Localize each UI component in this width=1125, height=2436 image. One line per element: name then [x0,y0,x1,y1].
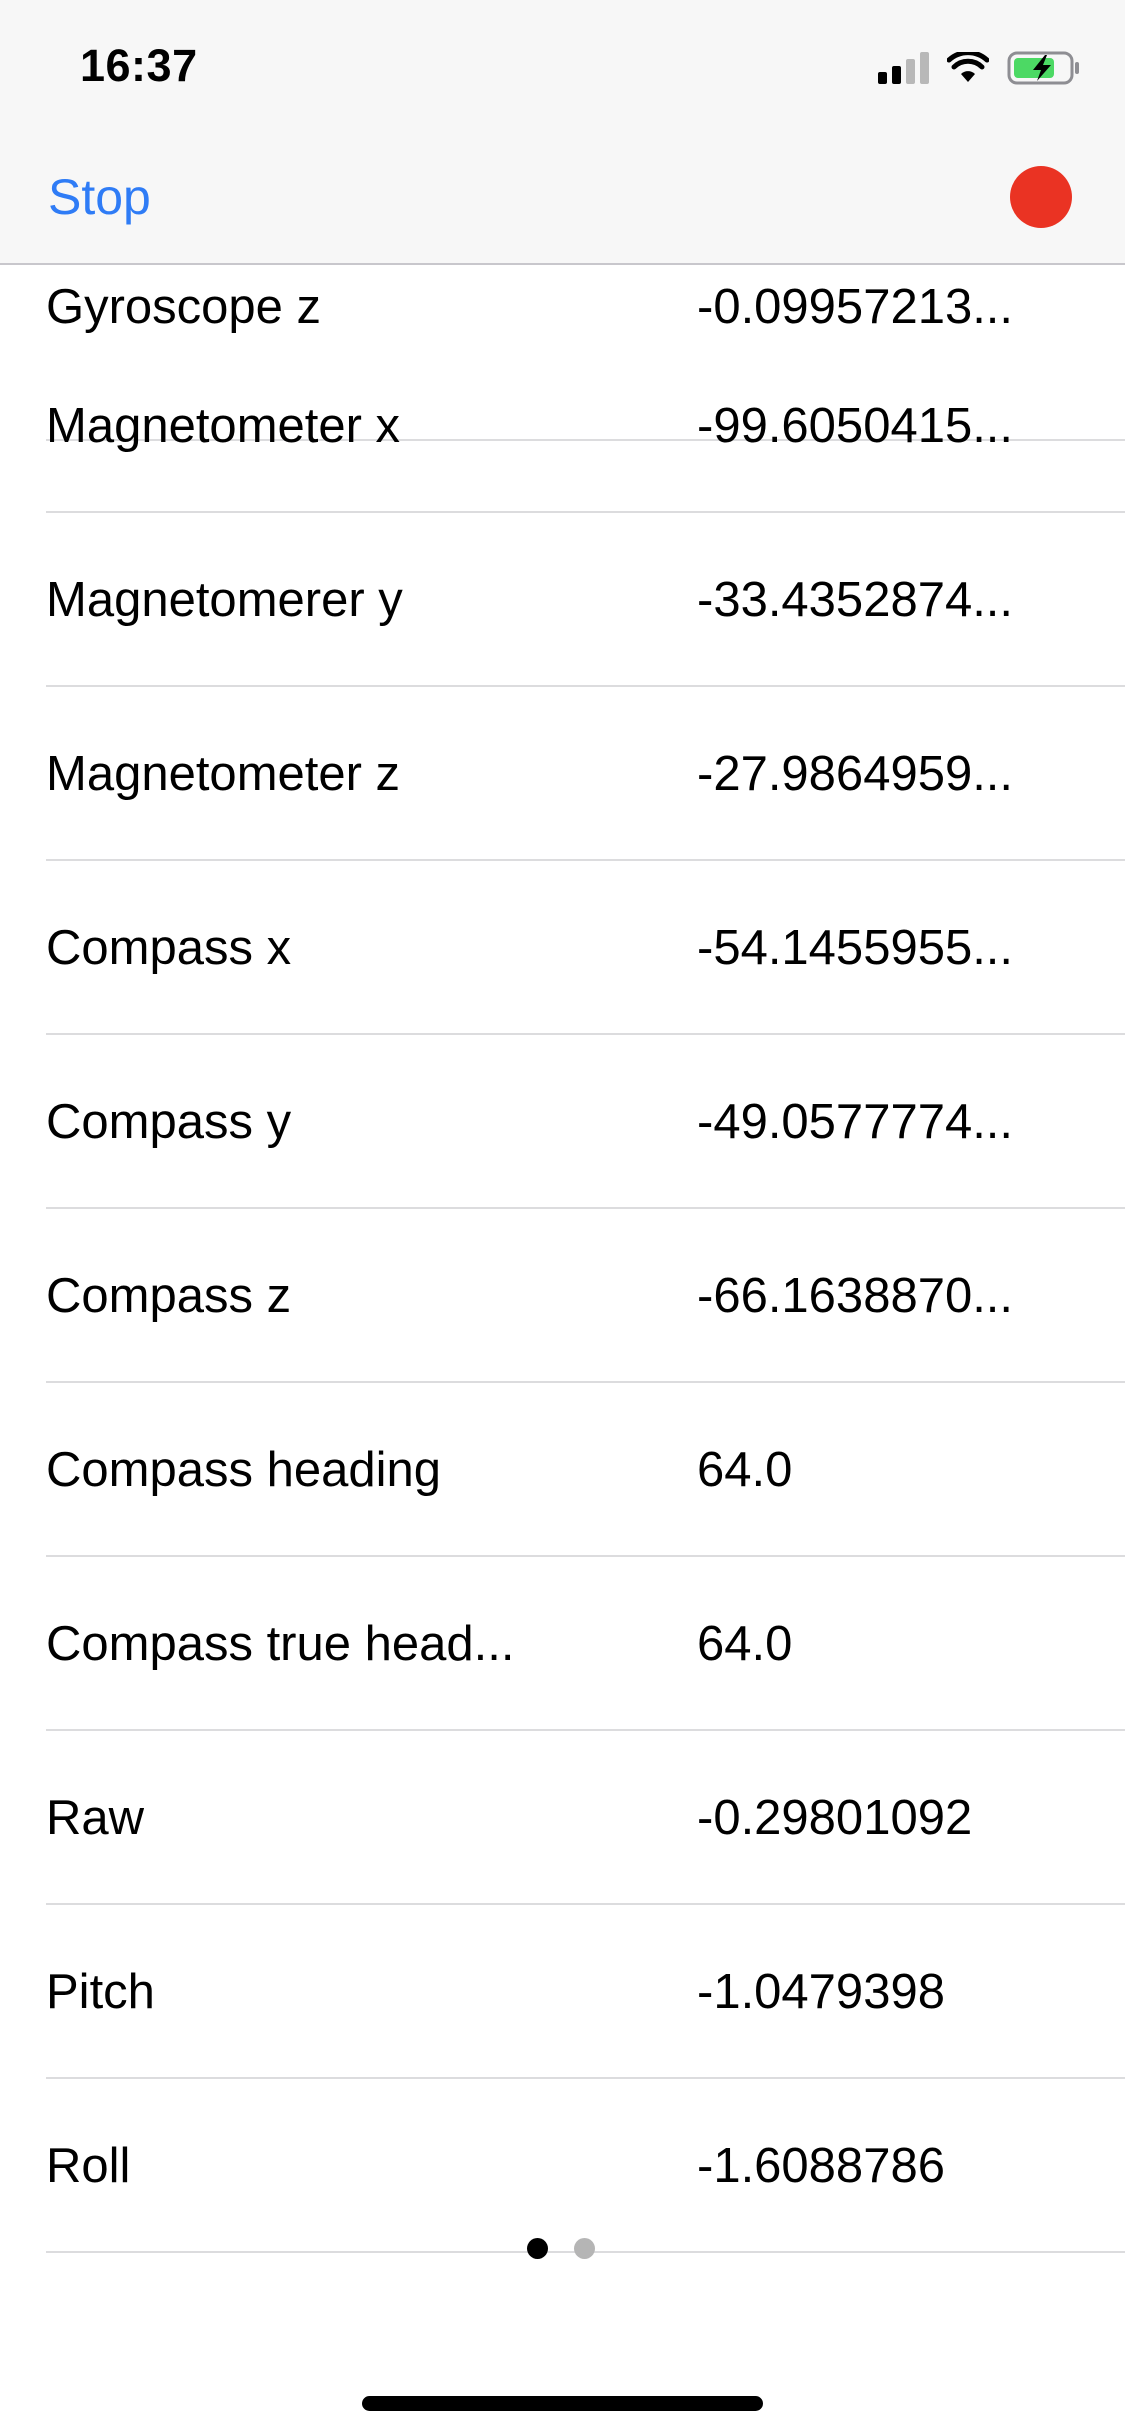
row-value: -54.1455955... [697,921,1014,975]
battery-charging-icon [1007,51,1079,85]
row-label: Roll [46,2139,131,2193]
status-icons [878,48,1081,88]
row-value: -33.4352874... [697,573,1014,627]
row-value: -49.0577774... [697,1095,1014,1149]
page-dot-1[interactable] [527,2238,548,2259]
row-label: Gyroscope z [46,280,322,334]
list-item: Magnetomerer y -33.4352874... [0,513,1125,687]
list-item: Magnetometer x -99.6050415... [0,339,1125,513]
row-value: 64.0 [697,1443,793,1497]
stop-button[interactable]: Stop [48,168,151,226]
row-label: Raw [46,1791,145,1845]
list-item: Roll -1.6088786 [0,2079,1125,2253]
status-time: 16:37 [80,40,198,91]
row-value: -66.1638870... [697,1269,1014,1323]
row-label: Compass z [46,1269,292,1323]
row-value: -1.6088786 [697,2139,945,2193]
status-bar: 16:37 [0,0,1125,132]
list-item: Magnetometer z -27.9864959... [0,687,1125,861]
row-value: -99.6050415... [697,399,1014,453]
cellular-signal-icon [878,52,929,84]
row-value: -0.29801092 [697,1791,973,1845]
home-indicator[interactable] [362,2396,763,2411]
page-dot-2[interactable] [574,2238,595,2259]
row-label: Compass true head... [46,1617,515,1671]
row-label: Magnetometer x [46,399,401,453]
list-item: Compass y -49.0577774... [0,1035,1125,1209]
row-label: Compass x [46,921,292,975]
row-value: -1.0479398 [697,1965,945,2019]
app-screen: 16:37 Stop Gyroscope z -0.09957213... Ma… [0,0,1125,2436]
list-item: Pitch -1.0479398 [0,1905,1125,2079]
list-item: Compass true head... 64.0 [0,1557,1125,1731]
row-label: Compass heading [46,1443,441,1497]
row-value: -27.9864959... [697,747,1014,801]
row-value: 64.0 [697,1617,793,1671]
row-label: Magnetometer z [46,747,401,801]
list-item: Compass z -66.1638870... [0,1209,1125,1383]
row-value: -0.09957213... [697,280,1014,334]
row-label: Pitch [46,1965,155,2019]
recording-indicator-icon [1010,166,1072,228]
list-item: Raw -0.29801092 [0,1731,1125,1905]
row-label: Compass y [46,1095,292,1149]
page-indicator[interactable] [527,2238,595,2259]
list-item: Compass x -54.1455955... [0,861,1125,1035]
navigation-bar: Stop [0,132,1125,265]
wifi-icon [947,52,989,82]
list-item: Compass heading 64.0 [0,1383,1125,1557]
row-label: Magnetomerer y [46,573,403,627]
